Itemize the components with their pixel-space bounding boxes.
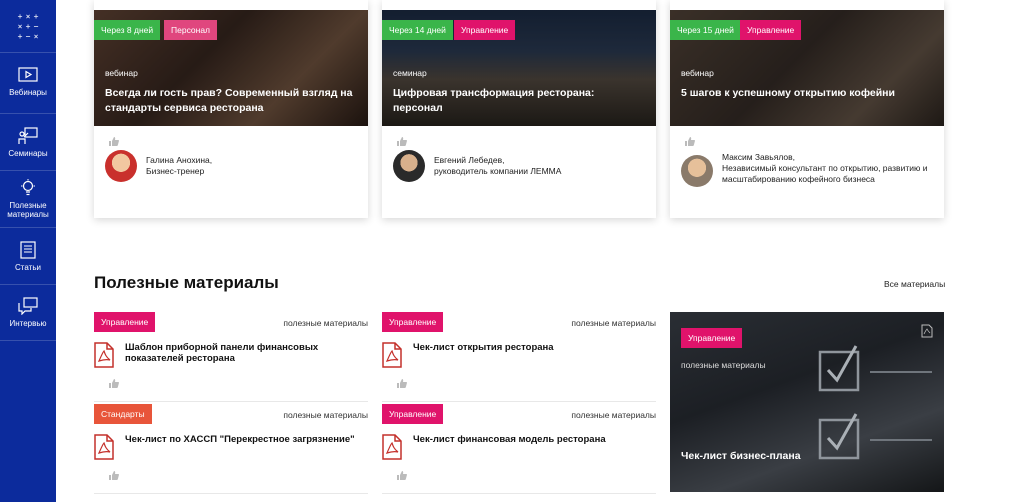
author-role: руководитель компании ЛЕММА	[434, 166, 562, 176]
pdf-icon	[94, 434, 114, 460]
like-icon[interactable]	[397, 471, 407, 480]
sidebar-item-articles[interactable]: Статьи	[0, 227, 56, 284]
event-date-badge: Через 14 дней	[382, 20, 453, 40]
logo-icon: + × + × + − + − ×	[17, 11, 39, 41]
event-date-badge: Через 8 дней	[94, 20, 161, 40]
sidebar-item-label: Интервью	[9, 319, 47, 328]
event-author: Евгений Лебедев, руководитель компании Л…	[393, 150, 561, 182]
author-role: Независимый консультант по открытию, раз…	[722, 163, 928, 184]
sidebar-item-webinars[interactable]: Вебинары	[0, 52, 56, 109]
material-kind: полезные материалы	[681, 360, 766, 370]
pdf-icon	[382, 342, 402, 368]
material-title[interactable]: Чек-лист бизнес-плана	[681, 450, 801, 462]
section-title: Полезные материалы	[94, 273, 279, 292]
author-name: Галина Анохина,	[146, 155, 213, 165]
article-icon	[20, 240, 36, 259]
like-icon[interactable]	[109, 379, 119, 388]
document-icon	[921, 324, 933, 338]
sidebar-item-label: Семинары	[8, 148, 48, 158]
presentation-icon	[18, 126, 38, 144]
pdf-icon	[94, 342, 114, 368]
like-icon[interactable]	[109, 471, 119, 480]
event-category-badge[interactable]: Персонал	[164, 20, 218, 40]
material-category-badge[interactable]: Управление	[681, 328, 743, 348]
material-item[interactable]: Стандарты полезные материалы Чек-лист по…	[94, 404, 368, 494]
material-kind: полезные материалы	[283, 318, 368, 328]
sidebar-item-label: Статьи	[15, 262, 41, 272]
avatar	[105, 150, 137, 182]
event-card[interactable]: Через 8 дней Персонал вебинар Всегда ли …	[94, 0, 368, 218]
material-kind: полезные материалы	[571, 410, 656, 420]
all-materials-link[interactable]: Все материалы	[884, 279, 945, 289]
chat-icon	[18, 297, 38, 315]
featured-material-card[interactable]: Управление полезные материалы Чек-лист б…	[670, 312, 944, 492]
author-role: Бизнес-тренер	[146, 166, 205, 176]
event-image: Через 15 дней Управление вебинар 5 шагов…	[670, 10, 944, 126]
event-category-badge[interactable]: Управление	[454, 20, 516, 40]
event-type: вебинар	[681, 68, 714, 78]
event-type: вебинар	[105, 68, 138, 78]
like-icon[interactable]	[109, 137, 119, 146]
material-category-badge[interactable]: Управление	[382, 404, 444, 424]
event-image: Через 8 дней Персонал вебинар Всегда ли …	[94, 10, 368, 126]
material-category-badge[interactable]: Управление	[94, 312, 156, 332]
sidebar: + × + × + − + − × Вебинары Семинары Полезные	[0, 0, 56, 502]
lightbulb-icon	[21, 179, 35, 196]
pdf-icon	[382, 434, 402, 460]
sidebar-item-label: Вебинары	[9, 87, 47, 97]
event-type: семинар	[393, 68, 427, 78]
event-card[interactable]: Через 14 дней Управление семинар Цифрова…	[382, 0, 656, 218]
material-item[interactable]: Управление полезные материалы Шаблон при…	[94, 312, 368, 402]
event-author: Галина Анохина, Бизнес-тренер	[105, 150, 212, 182]
like-icon[interactable]	[685, 137, 695, 146]
material-kind: полезные материалы	[283, 410, 368, 420]
event-card[interactable]: Через 15 дней Управление вебинар 5 шагов…	[670, 0, 944, 218]
event-title[interactable]: 5 шагов к успешному открытию кофейни	[681, 86, 933, 101]
play-icon	[18, 66, 38, 82]
author-name: Максим Завьялов,	[722, 152, 795, 162]
sidebar-item-seminars[interactable]: Семинары	[0, 113, 56, 170]
material-item[interactable]: Управление полезные материалы Чек-лист о…	[382, 312, 656, 402]
event-category-badge[interactable]: Управление	[740, 20, 802, 40]
material-category-badge[interactable]: Стандарты	[94, 404, 152, 424]
material-item[interactable]: Управление полезные материалы Чек-лист ф…	[382, 404, 656, 494]
event-title[interactable]: Всегда ли гость прав? Современный взгляд…	[105, 86, 357, 116]
material-title[interactable]: Шаблон приборной панели финансовых показ…	[125, 342, 355, 364]
material-title[interactable]: Чек-лист открытия ресторана	[413, 342, 643, 353]
sidebar-item-interview[interactable]: Интервью	[0, 284, 56, 341]
avatar	[681, 155, 713, 187]
event-title[interactable]: Цифровая трансформация ресторана: персон…	[393, 86, 645, 116]
logo[interactable]: + × + × + − + − ×	[0, 0, 56, 52]
material-title[interactable]: Чек-лист финансовая модель ресторана	[413, 434, 643, 445]
event-date-badge: Через 15 дней	[670, 20, 741, 40]
sidebar-item-label: Полезные материалы	[7, 201, 49, 219]
like-icon[interactable]	[397, 379, 407, 388]
avatar	[393, 150, 425, 182]
event-author: Максим Завьялов, Независимый консультант…	[681, 152, 937, 187]
material-category-badge[interactable]: Управление	[382, 312, 444, 332]
sidebar-item-materials[interactable]: Полезные материалы	[0, 170, 56, 227]
material-kind: полезные материалы	[571, 318, 656, 328]
author-name: Евгений Лебедев,	[434, 155, 505, 165]
like-icon[interactable]	[397, 137, 407, 146]
material-title[interactable]: Чек-лист по ХАССП "Перекрестное загрязне…	[125, 434, 355, 445]
event-image: Через 14 дней Управление семинар Цифрова…	[382, 10, 656, 126]
